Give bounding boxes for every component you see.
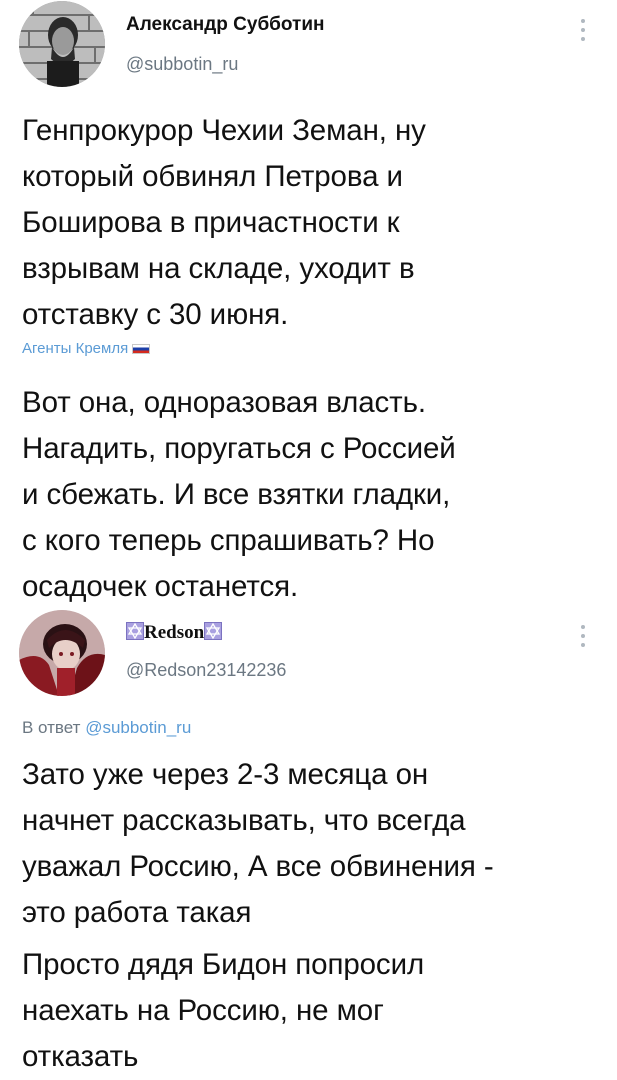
tweet-text-line: отказать [22,1040,139,1073]
avatar[interactable] [19,610,105,696]
reply-prefix: В ответ [22,718,81,737]
tweet-text-line: это работа такая [22,896,252,929]
author-handle[interactable]: @Redson23142236 [126,660,286,681]
tweet-text-line: уважал Россию, А все обвинения - [22,850,494,883]
tweet-text-continued: Просто дядя Бидон попросил наехать на Ро… [22,942,612,1080]
star-of-david-icon [204,622,223,640]
avatar-anime-icon [19,610,105,696]
tweet-text-line: наехать на Россию, не мог [22,994,384,1027]
reply-to: В ответ @subbotin_ru [22,718,191,738]
author-name[interactable]: Redson [126,622,223,644]
tweet-text-line: Зато уже через 2-3 месяца он [22,758,429,791]
tweet-text-line: Просто дядя Бидон попросил [22,948,425,981]
author-name-text: Redson [144,622,205,643]
star-of-david-icon [126,622,144,640]
tweet-text: Зато уже через 2-3 месяца он начнет расс… [22,752,612,936]
tweet-text-line: начнет рассказывать, что всегда [22,804,466,837]
reply-handle-link[interactable]: @subbotin_ru [85,718,191,737]
tweet-2: Redson @Redson23142236 В ответ @subbotin… [0,0,617,1080]
more-options-icon[interactable] [573,622,593,650]
